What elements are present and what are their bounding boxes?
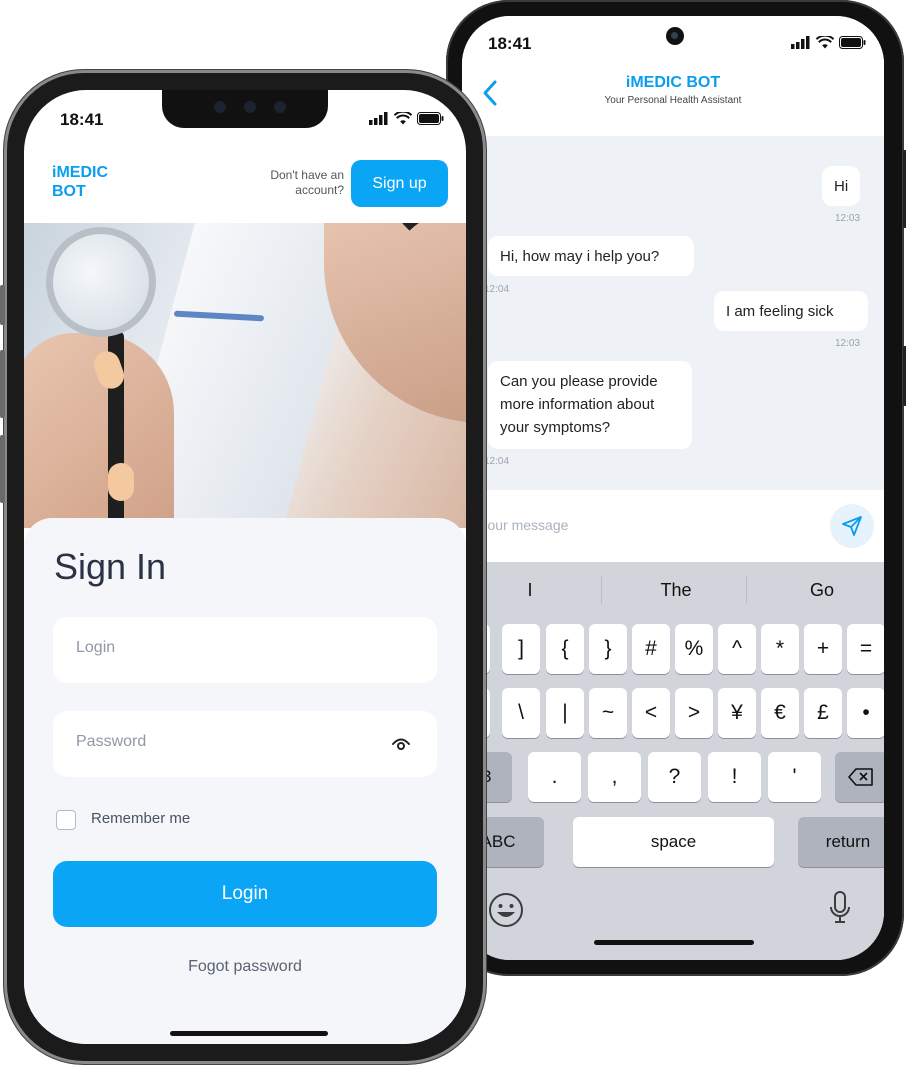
suggestion-divider <box>746 576 747 604</box>
key[interactable]: . <box>528 752 581 802</box>
brand-logo: iMEDIC BOT <box>52 164 108 200</box>
message-bubble-bot: Can you please provide more information … <box>488 361 692 449</box>
signin-card: Sign In Login Password Remember me Login… <box>24 518 466 1044</box>
doctor-stethoscope-photo <box>24 223 466 528</box>
wifi-icon <box>816 36 834 49</box>
page-title: Sign In <box>54 546 167 587</box>
status-time: 18:41 <box>488 34 532 53</box>
key[interactable]: £ <box>804 688 842 738</box>
chat-phone-frame: 18:41 iMEDIC BOT Your Personal Health As… <box>446 0 906 976</box>
home-indicator <box>594 940 754 945</box>
password-placeholder: Password <box>76 733 147 750</box>
backspace-icon <box>848 768 873 786</box>
key[interactable]: ? <box>648 752 701 802</box>
message-time: 12:03 <box>835 338 861 349</box>
key[interactable]: } <box>589 624 627 674</box>
send-icon <box>842 516 862 536</box>
key[interactable]: < <box>632 688 670 738</box>
key[interactable]: > <box>675 688 713 738</box>
chat-header: iMEDIC BOT Your Personal Health Assistan… <box>462 74 884 136</box>
login-field[interactable]: Login <box>53 617 437 683</box>
battery-icon <box>839 36 866 49</box>
message-time: 12:04 <box>484 456 510 467</box>
camera-punch-hole <box>666 27 684 45</box>
chat-screen: 18:41 iMEDIC BOT Your Personal Health As… <box>462 16 884 960</box>
login-button[interactable]: Login <box>53 861 437 927</box>
key[interactable]: | <box>546 688 584 738</box>
remember-label: Remember me <box>91 810 191 827</box>
key[interactable]: + <box>804 624 842 674</box>
side-button <box>0 285 5 325</box>
message-time: 12:04 <box>484 284 510 295</box>
key[interactable]: ' <box>768 752 821 802</box>
signal-icon <box>791 36 810 49</box>
key[interactable]: ] <box>502 624 540 674</box>
message-time: 12:03 <box>835 213 861 224</box>
key[interactable]: * <box>761 624 799 674</box>
side-button <box>0 350 5 418</box>
key[interactable]: # <box>632 624 670 674</box>
space-key[interactable]: space <box>573 817 774 867</box>
side-button <box>0 435 5 503</box>
signup-button[interactable]: Sign up <box>351 160 448 207</box>
signin-screen: 18:41 iMEDIC BOT Don't have an account? … <box>24 90 466 1044</box>
camera-dot <box>274 101 286 113</box>
status-time: 18:41 <box>60 110 104 129</box>
key[interactable]: ^ <box>718 624 756 674</box>
suggestion-2[interactable]: The <box>616 580 736 601</box>
login-placeholder: Login <box>76 639 116 656</box>
remember-checkbox[interactable] <box>56 810 76 830</box>
photo-nail <box>108 463 134 501</box>
photo-stethoscope-head <box>46 227 156 337</box>
key[interactable]: ¥ <box>718 688 756 738</box>
wifi-icon <box>394 112 412 125</box>
send-button[interactable] <box>830 504 874 548</box>
message-bubble-user: I am feeling sick <box>714 291 868 331</box>
signal-icon <box>369 112 388 125</box>
key[interactable]: € <box>761 688 799 738</box>
message-bubble-user: Hi <box>822 166 861 206</box>
signin-phone-frame: 18:41 iMEDIC BOT Don't have an account? … <box>0 70 486 1064</box>
key[interactable]: ~ <box>589 688 627 738</box>
no-account-text: Don't have an account? <box>270 168 344 197</box>
home-indicator <box>170 1031 328 1036</box>
status-icons <box>369 112 444 125</box>
suggestion-1[interactable]: I <box>470 580 590 601</box>
message-bubble-bot: Hi, how may i help you? <box>488 236 694 276</box>
microphone-icon[interactable] <box>828 890 852 926</box>
key[interactable]: • <box>847 688 884 738</box>
key[interactable]: = <box>847 624 884 674</box>
suggestion-divider <box>601 576 602 604</box>
key[interactable]: ! <box>708 752 761 802</box>
key[interactable]: % <box>675 624 713 674</box>
keyboard: I The Go ] { } # % ^ * + = \ | ~ < > ¥ €… <box>462 562 884 960</box>
key[interactable]: \ <box>502 688 540 738</box>
key[interactable]: { <box>546 624 584 674</box>
status-bar: 18:41 <box>462 16 884 74</box>
emoji-icon[interactable] <box>488 892 524 928</box>
password-field[interactable]: Password <box>53 711 437 777</box>
suggestion-3[interactable]: Go <box>762 580 882 601</box>
chat-title: iMEDIC BOT <box>625 74 721 91</box>
backspace-key[interactable] <box>835 752 884 802</box>
key[interactable]: , <box>588 752 641 802</box>
battery-icon <box>417 112 444 125</box>
forgot-password-link[interactable]: Fogot password <box>24 958 466 976</box>
return-key[interactable]: return <box>798 817 884 867</box>
sensor-dot <box>244 101 256 113</box>
notch <box>162 90 328 128</box>
eye-icon[interactable] <box>389 733 413 753</box>
message-input-bar[interactable]: ype your message <box>462 490 884 562</box>
chat-subtitle: Your Personal Health Assistant <box>604 95 742 106</box>
sensor-dot <box>214 101 226 113</box>
status-icons <box>791 36 866 49</box>
